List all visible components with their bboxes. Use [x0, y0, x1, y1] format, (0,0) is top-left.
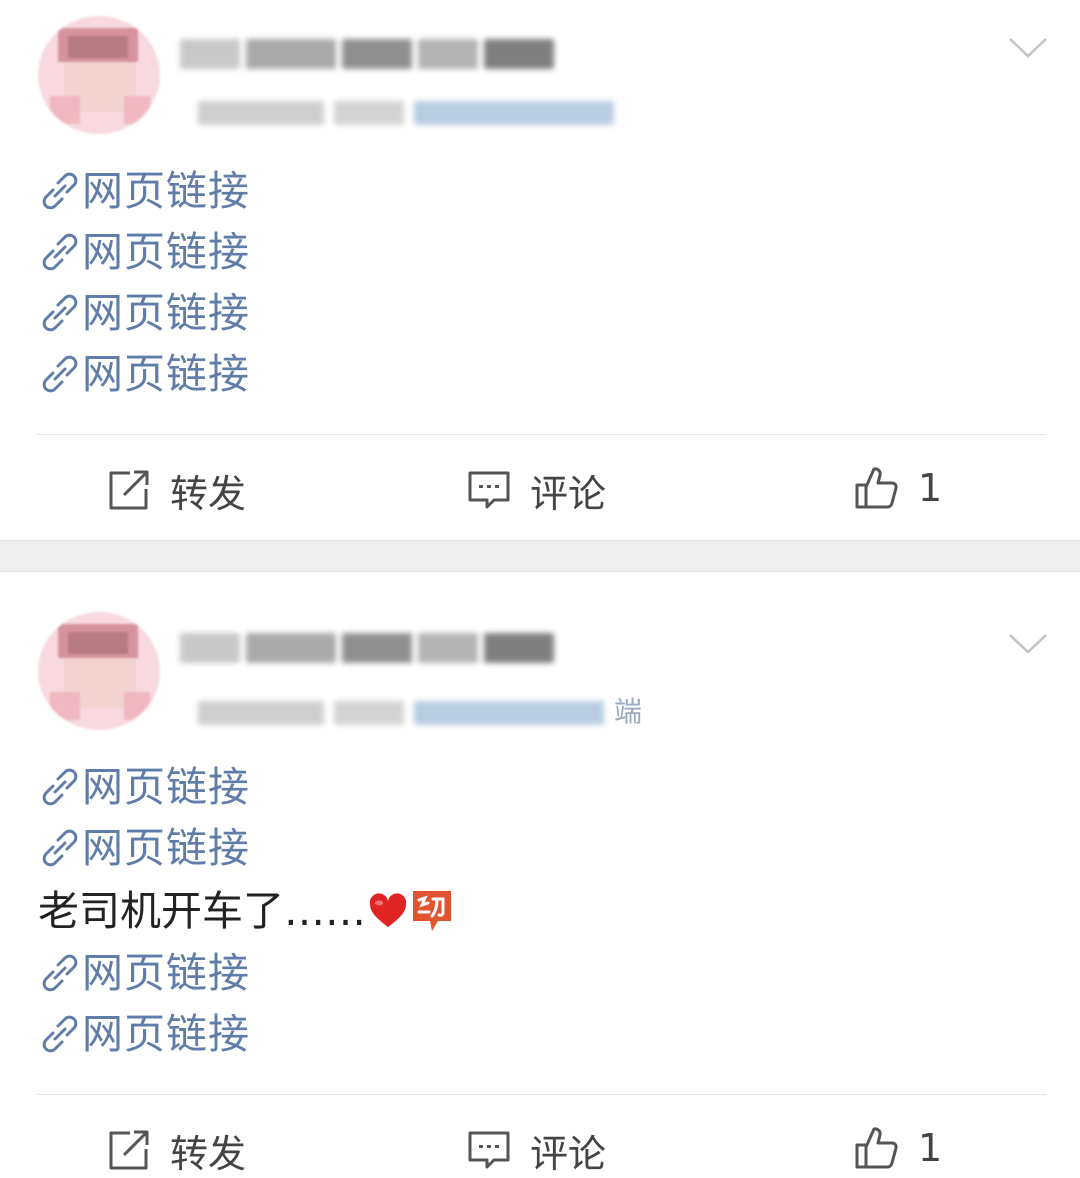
meta-fragment: 端: [614, 695, 643, 728]
link-icon: [42, 768, 78, 806]
username-blurred[interactable]: [180, 628, 558, 668]
web-link[interactable]: 网页链接: [40, 347, 250, 401]
web-link[interactable]: 网页链接: [40, 1007, 250, 1061]
repost-button[interactable]: 转发: [106, 462, 246, 518]
web-link-label: 网页链接: [82, 763, 250, 811]
web-link-label: 网页链接: [82, 1010, 250, 1058]
web-link-label: 网页链接: [82, 167, 250, 215]
link-icon: [42, 355, 78, 393]
web-link-label: 网页链接: [82, 350, 250, 398]
web-link[interactable]: 网页链接: [40, 225, 250, 279]
repost-label: 转发: [170, 471, 247, 516]
link-icon: [42, 294, 78, 332]
link-icon: [42, 829, 78, 867]
like-button[interactable]: 1: [854, 460, 942, 516]
post-meta-blurred: [198, 696, 618, 730]
comment-label: 评论: [530, 1131, 607, 1176]
comment-icon: [468, 471, 510, 509]
repost-button[interactable]: 转发: [106, 1122, 246, 1178]
username-blurred[interactable]: [180, 34, 558, 74]
comment-label: 评论: [530, 471, 607, 516]
web-link[interactable]: 网页链接: [40, 821, 250, 875]
comment-button[interactable]: 评论: [466, 462, 606, 518]
like-count: 1: [918, 1126, 943, 1170]
link-icon: [42, 954, 78, 992]
moving-badge-icon: [413, 891, 451, 931]
like-button[interactable]: 1: [854, 1120, 942, 1176]
web-link-label: 网页链接: [82, 949, 250, 997]
web-link[interactable]: 网页链接: [40, 760, 250, 814]
chevron-down-icon[interactable]: [1008, 632, 1048, 656]
chevron-down-icon[interactable]: [1008, 36, 1048, 60]
web-link[interactable]: 网页链接: [40, 286, 250, 340]
avatar[interactable]: [38, 612, 160, 730]
web-link[interactable]: 网页链接: [40, 164, 250, 218]
heart-icon: [369, 893, 407, 927]
post-text-content: 老司机开车了……: [38, 887, 366, 935]
repost-icon: [109, 470, 149, 510]
feed-post-2: 端 网页链接 网页链接 老司机开车了…… 网页链接 网页链接 转发 评论 1: [0, 572, 1080, 1176]
feed-post-1: 网页链接 网页链接 网页链接 网页链接 转发 评论 1: [0, 0, 1080, 540]
web-link-label: 网页链接: [82, 228, 250, 276]
web-link-label: 网页链接: [82, 824, 250, 872]
repost-label: 转发: [170, 1131, 247, 1176]
avatar[interactable]: [38, 16, 160, 134]
thumbs-up-icon: [855, 1127, 898, 1169]
comment-icon: [468, 1131, 510, 1169]
divider: [36, 1094, 1046, 1095]
link-icon: [42, 233, 78, 271]
thumbs-up-icon: [855, 467, 898, 509]
divider: [36, 434, 1046, 435]
post-meta-blurred: [198, 96, 650, 130]
like-count: 1: [918, 466, 943, 510]
post-text: 老司机开车了……: [38, 884, 454, 938]
link-icon: [42, 1015, 78, 1053]
repost-icon: [109, 1130, 149, 1170]
post-separator: [0, 540, 1080, 572]
web-link[interactable]: 网页链接: [40, 946, 250, 1000]
web-link-label: 网页链接: [82, 289, 250, 337]
link-icon: [42, 172, 78, 210]
comment-button[interactable]: 评论: [466, 1122, 606, 1178]
